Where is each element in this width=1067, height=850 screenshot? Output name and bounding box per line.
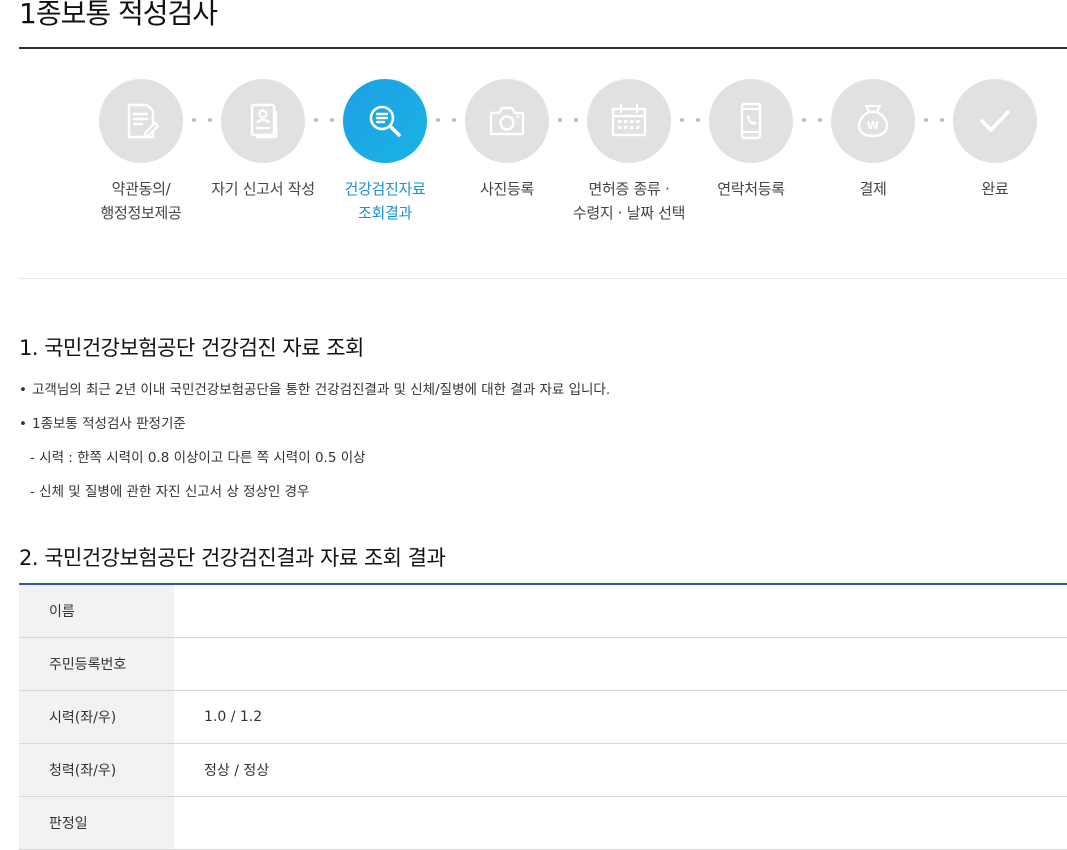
self-report-icon <box>250 103 278 139</box>
phone-icon <box>740 102 762 140</box>
row-label: 청력(좌/우) <box>19 743 174 797</box>
row-value <box>174 796 1067 850</box>
step-circle <box>587 79 671 163</box>
row-value: 정상 / 정상 <box>174 743 1067 797</box>
table-row: 판정일 <box>19 796 1067 850</box>
section2-title: 2. 국민건강보험공단 건강검진결과 자료 조회 결과 <box>19 546 446 570</box>
step-circle <box>465 79 549 163</box>
list-subitem: - 신체 및 질병에 관한 자진 신고서 상 정상인 경우 <box>30 484 310 500</box>
step-circle <box>221 79 305 163</box>
row-label: 이름 <box>19 585 174 638</box>
row-value <box>174 585 1067 638</box>
criteria-list: • 고객님의 최근 2년 이내 국민건강보험공단을 통한 건강검진결과 및 신체/… <box>19 373 610 509</box>
row-value: 1.0 / 1.2 <box>174 690 1067 744</box>
row-label: 판정일 <box>19 796 174 850</box>
list-item: • 고객님의 최근 2년 이내 국민건강보험공단을 통한 건강검진결과 및 신체/… <box>19 382 611 398</box>
row-value <box>174 637 1067 691</box>
step-label: 완료 <box>981 180 1009 198</box>
list-subitem: - 시력 : 한쪽 시력이 0.8 이상이고 다른 쪽 시력이 0.5 이상 <box>30 450 366 466</box>
section-divider <box>19 278 1067 279</box>
table-row: 청력(좌/우) 정상 / 정상 <box>19 743 1067 797</box>
result-table: 이름 주민등록번호 시력(좌/우) 1.0 / 1.2 청력(좌/우) 정상 /… <box>19 585 1067 850</box>
svg-text:W: W <box>867 119 879 132</box>
row-label: 주민등록번호 <box>19 637 174 691</box>
table-row: 이름 <box>19 585 1067 638</box>
step-circle <box>953 79 1037 163</box>
page-title: 1종보통 적성검사 <box>19 0 218 30</box>
list-item: • 1종보통 적성검사 판정기준 <box>19 416 186 432</box>
step-circle: W <box>831 79 915 163</box>
step-complete: 완료 <box>920 79 1067 201</box>
step-circle-active <box>343 79 427 163</box>
section1-title: 1. 국민건강보험공단 건강검진 자료 조회 <box>19 336 364 360</box>
table-row: 시력(좌/우) 1.0 / 1.2 <box>19 690 1067 744</box>
search-document-icon <box>369 105 401 137</box>
table-row: 주민등록번호 <box>19 637 1067 691</box>
row-label: 시력(좌/우) <box>19 690 174 744</box>
money-bag-icon: W <box>857 104 889 138</box>
camera-icon <box>489 106 525 136</box>
step-circle <box>99 79 183 163</box>
document-sign-icon <box>127 103 160 139</box>
progress-steps: 약관동의/행정정보제공 자기 신고서 작성 건강검진자료 조회결과 사진등록 면… <box>0 79 1067 239</box>
calendar-icon <box>611 103 647 137</box>
check-icon <box>980 110 1010 132</box>
step-circle <box>709 79 793 163</box>
title-divider <box>19 47 1067 49</box>
